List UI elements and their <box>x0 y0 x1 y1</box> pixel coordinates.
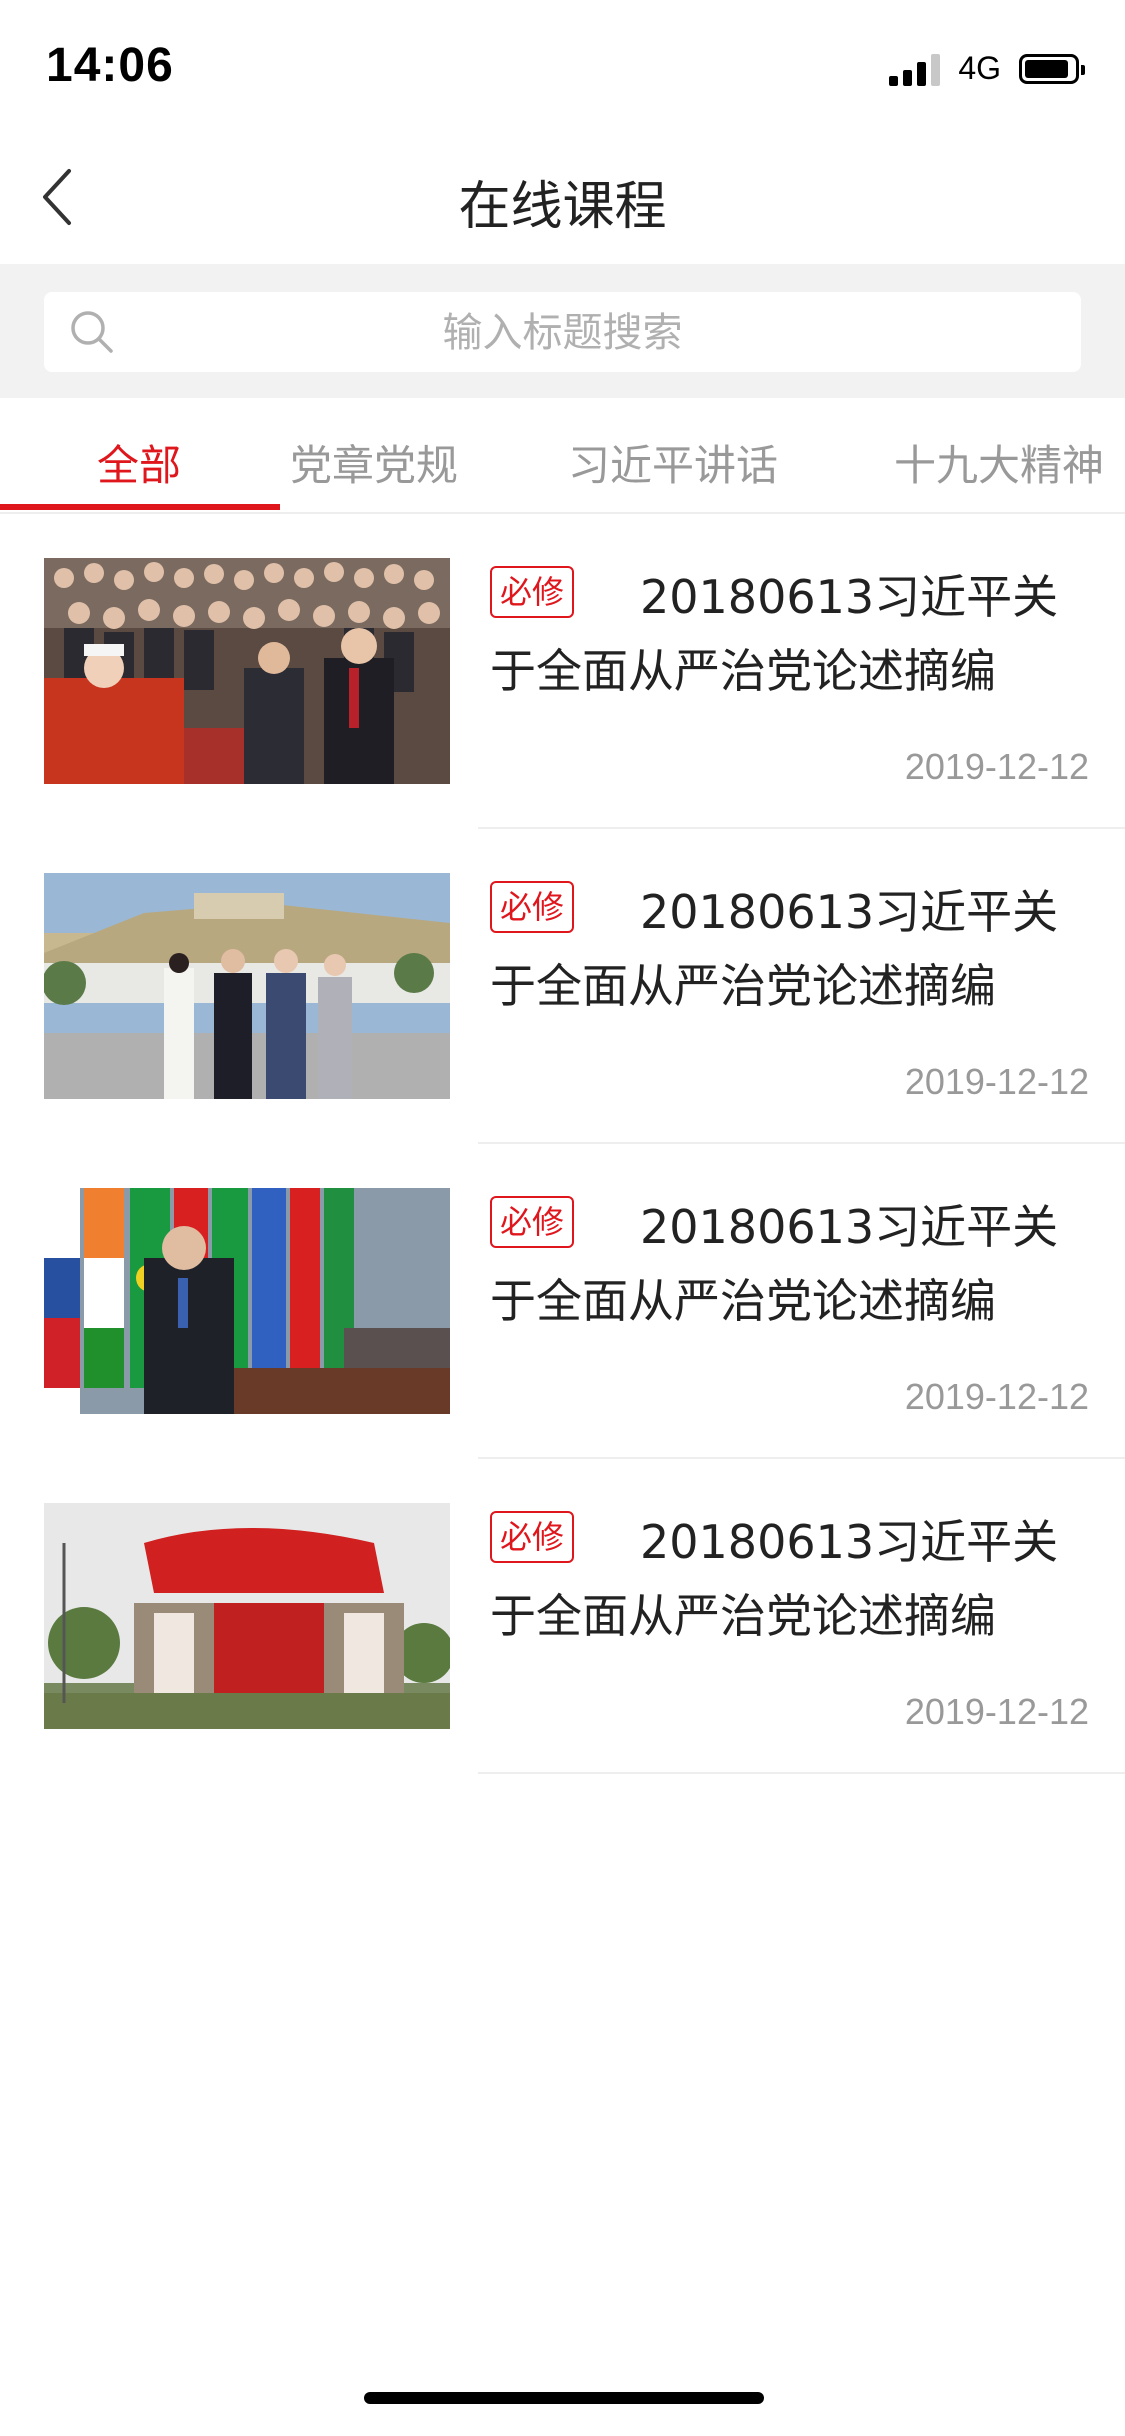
course-thumbnail <box>44 1503 450 1729</box>
tab-19th-congress[interactable]: 十九大精神 <box>894 432 1104 493</box>
tab-all[interactable]: 全部 <box>97 432 181 493</box>
list-item[interactable]: 必修 20180613习近平关于全面从严治党论述摘编 2019-12-12 <box>0 514 1125 829</box>
page-title: 在线课程 <box>458 177 667 237</box>
course-title: 20180613习近平关于全面从严治党论述摘编 <box>490 1200 1059 1328</box>
search-area <box>0 264 1125 398</box>
list-item[interactable]: 必修 20180613习近平关于全面从严治党论述摘编 2019-12-12 <box>0 1144 1125 1459</box>
flags-speech-image <box>44 1188 450 1414</box>
course-title: 20180613习近平关于全面从严治党论述摘编 <box>490 885 1059 1013</box>
signal-icon <box>889 52 941 86</box>
course-title: 20180613习近平关于全面从严治党论述摘编 <box>490 1515 1059 1643</box>
status-indicators: 4G <box>889 50 1085 87</box>
tab-speeches[interactable]: 习近平讲话 <box>568 432 778 493</box>
search-icon <box>71 311 113 353</box>
course-title: 20180613习近平关于全面从严治党论述摘编 <box>490 570 1059 698</box>
list-item[interactable]: 必修 20180613习近平关于全面从严治党论述摘编 2019-12-12 <box>0 1459 1125 1774</box>
battery-icon <box>1019 53 1085 84</box>
tab-party-rules[interactable]: 党章党规 <box>290 432 458 493</box>
course-date: 2019-12-12 <box>904 1691 1089 1732</box>
course-thumbnail <box>44 558 450 784</box>
status-bar: 14:06 4G <box>0 0 1125 132</box>
course-date: 2019-12-12 <box>904 746 1089 787</box>
search-input[interactable] <box>134 292 991 374</box>
course-thumbnail <box>44 1188 450 1414</box>
course-date: 2019-12-12 <box>904 1376 1089 1417</box>
status-time: 14:06 <box>46 39 174 92</box>
course-thumbnail <box>44 873 450 1099</box>
acropolis-visit-image <box>44 873 450 1099</box>
party-park-sign-image <box>44 1503 450 1729</box>
crowd-meeting-image <box>44 558 450 784</box>
active-tab-indicator <box>0 504 280 510</box>
network-type: 4G <box>958 50 1001 86</box>
divider <box>478 1772 1125 1774</box>
home-indicator[interactable] <box>364 2392 764 2404</box>
search-box[interactable] <box>44 292 1081 374</box>
list-item[interactable]: 必修 20180613习近平关于全面从严治党论述摘编 2019-12-12 <box>0 829 1125 1144</box>
course-date: 2019-12-12 <box>904 1061 1089 1102</box>
nav-bar: 在线课程 <box>0 132 1125 264</box>
course-list: 必修 20180613习近平关于全面从严治党论述摘编 2019-12-12 必修… <box>0 514 1125 1774</box>
battery-fill <box>1025 59 1068 78</box>
category-tabs: 全部 党章党规 习近平讲话 十九大精神 <box>0 398 1125 514</box>
